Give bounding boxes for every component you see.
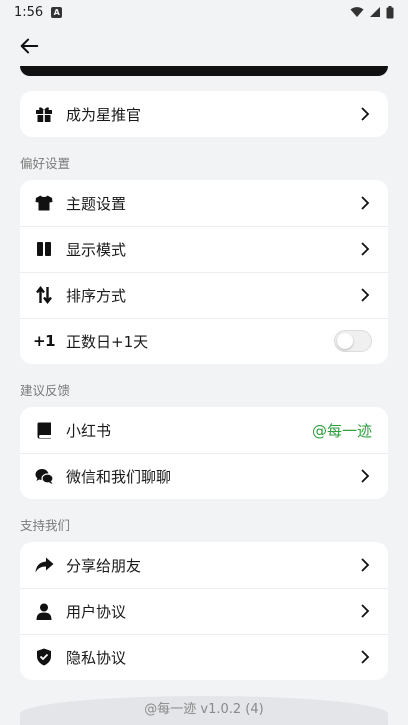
tshirt-icon [34, 193, 54, 213]
become-ambassador-label: 成为星推官 [66, 105, 142, 124]
book-icon [34, 420, 54, 440]
signal-icon [370, 7, 380, 17]
share-with-friends-item[interactable]: 分享给朋友 [20, 542, 388, 588]
wifi-icon [350, 7, 364, 17]
sort-order-label: 排序方式 [66, 286, 127, 305]
sort-icon [34, 285, 54, 305]
status-bar: 1:56 A [0, 0, 408, 24]
chevron-right-icon [358, 469, 372, 483]
wechat-chat-item[interactable]: 微信和我们聊聊 [20, 453, 388, 499]
xiaohongshu-handle[interactable]: @每一迹 [312, 420, 372, 441]
support-card: 分享给朋友 用户协议 隐私协议 [20, 542, 388, 680]
positive-day-plus-one-toggle[interactable] [334, 330, 372, 352]
app-bar [0, 26, 408, 66]
scrolled-card-edge [20, 66, 388, 76]
chevron-right-icon [358, 107, 372, 121]
preferences-section-title: 偏好设置 [20, 156, 71, 171]
notification-icon: A [51, 6, 63, 18]
become-ambassador-item[interactable]: 成为星推官 [20, 91, 388, 137]
arrow-left-icon [20, 38, 39, 54]
wechat-chat-label: 微信和我们聊聊 [66, 467, 172, 486]
plus-one-icon: +1 [33, 332, 56, 350]
xiaohongshu-item[interactable]: 小红书 @每一迹 [20, 407, 388, 453]
shield-icon [34, 647, 54, 667]
share-with-friends-label: 分享给朋友 [66, 556, 142, 575]
privacy-policy-label: 隐私协议 [66, 648, 127, 667]
columns-icon [34, 239, 54, 259]
xiaohongshu-label: 小红书 [66, 421, 112, 440]
chevron-right-icon [358, 242, 372, 256]
status-icons [350, 5, 394, 19]
wechat-icon [34, 466, 54, 486]
feedback-card: 小红书 @每一迹 微信和我们聊聊 [20, 407, 388, 499]
chevron-right-icon [358, 288, 372, 302]
share-icon [34, 555, 54, 575]
chevron-right-icon [358, 558, 372, 572]
positive-day-plus-one-label: 正数日+1天 [66, 332, 149, 351]
theme-settings-label: 主题设置 [66, 194, 127, 213]
toggle-knob [337, 333, 353, 349]
display-mode-item[interactable]: 显示模式 [20, 226, 388, 272]
chevron-right-icon [358, 196, 372, 210]
user-icon [34, 601, 54, 621]
support-section-title: 支持我们 [20, 518, 71, 533]
back-button[interactable] [16, 33, 42, 59]
sort-order-item[interactable]: 排序方式 [20, 272, 388, 318]
chevron-right-icon [358, 604, 372, 618]
user-agreement-item[interactable]: 用户协议 [20, 588, 388, 634]
status-time: 1:56 [14, 4, 44, 20]
display-mode-label: 显示模式 [66, 240, 127, 259]
recommend-card: 成为星推官 [20, 91, 388, 137]
chevron-right-icon [358, 650, 372, 664]
theme-settings-item[interactable]: 主题设置 [20, 180, 388, 226]
user-agreement-label: 用户协议 [66, 602, 127, 621]
positive-day-plus-one-item: +1 正数日+1天 [20, 318, 388, 364]
feedback-section-title: 建议反馈 [20, 383, 71, 398]
app-version: @每一迹 v1.0.2 (4) [144, 702, 264, 717]
battery-icon [386, 5, 394, 18]
preferences-card: 主题设置 显示模式 排序方式 +1 正数日+1天 [20, 180, 388, 364]
gift-icon [34, 104, 54, 124]
privacy-policy-item[interactable]: 隐私协议 [20, 634, 388, 680]
